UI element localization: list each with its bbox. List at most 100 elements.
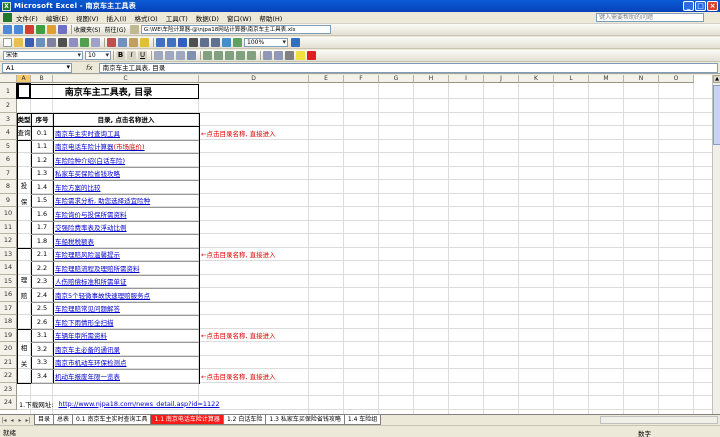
column-header[interactable]: A xyxy=(17,75,31,83)
decrease-decimal-icon[interactable] xyxy=(247,51,256,60)
item-link-text[interactable]: 车险理赔风险温馨提示 xyxy=(55,249,120,259)
row-header[interactable]: 11 xyxy=(0,220,17,234)
menu-file[interactable]: 文件(F) xyxy=(16,13,38,23)
menu-window[interactable]: 窗口(W) xyxy=(227,13,252,23)
row-header[interactable]: 9 xyxy=(0,193,17,207)
item-link-text[interactable]: 车险方案的比较 xyxy=(55,182,101,192)
scroll-up-icon[interactable]: ▲ xyxy=(713,75,720,83)
item-link[interactable]: 车险险种介绍(白话车险) xyxy=(53,153,199,167)
currency-icon[interactable] xyxy=(203,51,212,60)
fill-color-icon[interactable] xyxy=(296,51,305,60)
item-link[interactable]: 车险询价与投保所需资料 xyxy=(53,207,199,221)
item-link-text[interactable]: 南京电话车险计算器 xyxy=(55,141,114,151)
menu-help[interactable]: 帮助(H) xyxy=(259,13,282,23)
item-link-text[interactable]: 南京车主实时查询工具 xyxy=(55,128,120,138)
menu-tools[interactable]: 工具(T) xyxy=(166,13,188,23)
item-link[interactable]: 南京市机动车环保检测点 xyxy=(53,356,199,370)
maximize-button[interactable]: □ xyxy=(695,1,706,11)
row-header[interactable]: 3 xyxy=(0,112,17,126)
column-header[interactable]: D xyxy=(199,75,309,83)
favorites-menu[interactable]: 收藏夹(S) xyxy=(74,25,101,34)
item-link-text[interactable]: 车险询价与投保所需资料 xyxy=(55,209,127,219)
font-size-select[interactable]: 10 xyxy=(85,51,111,60)
new-icon[interactable] xyxy=(3,38,12,47)
row-header[interactable]: 4 xyxy=(0,126,17,140)
align-center-icon[interactable] xyxy=(165,51,174,60)
row-header[interactable]: 17 xyxy=(0,301,17,315)
percent-icon[interactable] xyxy=(214,51,223,60)
open-icon[interactable] xyxy=(14,38,23,47)
decrease-indent-icon[interactable] xyxy=(263,51,272,60)
item-link[interactable]: 南京5个轻微事故快速理赔服务点 xyxy=(53,288,199,302)
back-icon[interactable] xyxy=(3,25,12,34)
item-link[interactable]: 车险理赔流程及理赔所需资料 xyxy=(53,261,199,275)
column-header[interactable]: G xyxy=(379,75,414,83)
item-link-text[interactable]: 车险险种介绍(白话车险) xyxy=(55,155,125,165)
underline-icon[interactable]: U xyxy=(138,51,147,60)
item-link-text[interactable]: 车险理赔常见问题解答 xyxy=(55,303,120,313)
vertical-scrollbar[interactable]: ▲ xyxy=(712,75,720,414)
font-name-select[interactable]: 宋体 xyxy=(3,51,83,60)
menu-format[interactable]: 格式(O) xyxy=(135,13,158,23)
row-header[interactable]: 1 xyxy=(0,83,17,99)
item-link[interactable]: 私家车买保险省钱攻略 xyxy=(53,167,199,181)
align-right-icon[interactable] xyxy=(176,51,185,60)
column-header[interactable]: I xyxy=(449,75,484,83)
stop-icon[interactable] xyxy=(25,25,34,34)
show-only-web-toolbar-icon[interactable] xyxy=(129,25,139,34)
merge-center-icon[interactable] xyxy=(187,51,196,60)
item-link[interactable]: 交强险费率表及浮动比例 xyxy=(53,221,199,235)
first-sheet-icon[interactable]: |◂ xyxy=(0,417,8,424)
row-header[interactable]: 8 xyxy=(0,180,17,194)
row-header[interactable]: 21 xyxy=(0,355,17,369)
item-link-text[interactable]: 人伤赔偿标准和所需单证 xyxy=(55,276,127,286)
redo-icon[interactable] xyxy=(167,38,176,47)
row-header[interactable]: 7 xyxy=(0,166,17,180)
row-header[interactable]: 24 xyxy=(0,396,17,410)
sort-desc-icon[interactable] xyxy=(211,38,220,47)
item-link-text[interactable]: 私家车买保险省钱攻略 xyxy=(55,168,120,178)
font-color-icon[interactable] xyxy=(307,51,316,60)
item-link-text[interactable]: 南京市机动车环保检测点 xyxy=(55,357,127,367)
menu-edit[interactable]: 编辑(E) xyxy=(46,13,68,23)
column-header[interactable]: C xyxy=(53,75,199,83)
align-left-icon[interactable] xyxy=(154,51,163,60)
spelling-icon[interactable] xyxy=(80,38,89,47)
row-header[interactable]: 14 xyxy=(0,261,17,275)
column-header[interactable]: M xyxy=(589,75,624,83)
sheet-tab[interactable]: 总表 xyxy=(53,415,74,425)
item-link[interactable]: 南京车主必备的通讯录 xyxy=(53,342,199,356)
item-link-text[interactable]: 车险需求分析, 助您选择适宜险种 xyxy=(55,195,150,205)
forward-icon[interactable] xyxy=(14,25,23,34)
close-button[interactable]: × xyxy=(707,1,718,11)
chart-wizard-icon[interactable] xyxy=(222,38,231,47)
sort-asc-icon[interactable] xyxy=(200,38,209,47)
formula-input[interactable]: 南京车主工具表, 目录 xyxy=(98,62,718,73)
workbook-icon[interactable] xyxy=(3,13,12,22)
help-search-input[interactable]: 键入需要帮助的问题 xyxy=(596,13,704,22)
sheet-tab[interactable]: 1.2 白话车险 xyxy=(222,415,267,425)
item-link[interactable]: 南京电话车险计算器 (市场底价) xyxy=(53,140,199,154)
zoom-select[interactable]: 100% xyxy=(244,38,288,47)
sheet-tab[interactable]: 1.1 南京电话车险计算器 xyxy=(150,415,224,425)
excel-app-icon[interactable]: X xyxy=(2,1,11,11)
email-icon[interactable] xyxy=(47,38,56,47)
search-web-icon[interactable] xyxy=(58,25,67,34)
address-input[interactable]: G:\WE\车险计算器-@\njpa18网站计算器\南京车主工具表.xls xyxy=(140,25,331,34)
row-header[interactable]: 22 xyxy=(0,369,17,383)
item-link[interactable]: 车险需求分析, 助您选择适宜险种 xyxy=(53,194,199,208)
sheet-tab[interactable]: 1.3 私家车买保险省钱攻略 xyxy=(265,415,345,425)
column-header[interactable]: N xyxy=(624,75,659,83)
row-header[interactable]: 10 xyxy=(0,207,17,221)
minimize-button[interactable]: _ xyxy=(683,1,694,11)
research-icon[interactable] xyxy=(91,38,100,47)
horizontal-scrollbar[interactable] xyxy=(600,416,718,424)
last-sheet-icon[interactable]: ▸| xyxy=(24,417,32,424)
column-header[interactable]: L xyxy=(554,75,589,83)
increase-indent-icon[interactable] xyxy=(274,51,283,60)
item-link-text[interactable]: 车险理赔流程及理赔所需资料 xyxy=(55,263,140,273)
column-header[interactable]: J xyxy=(484,75,519,83)
column-header[interactable]: O xyxy=(659,75,694,83)
item-link-text[interactable]: 车船税税额表 xyxy=(55,236,94,246)
sheet-title[interactable]: 南京车主工具表, 目录 xyxy=(18,84,199,99)
